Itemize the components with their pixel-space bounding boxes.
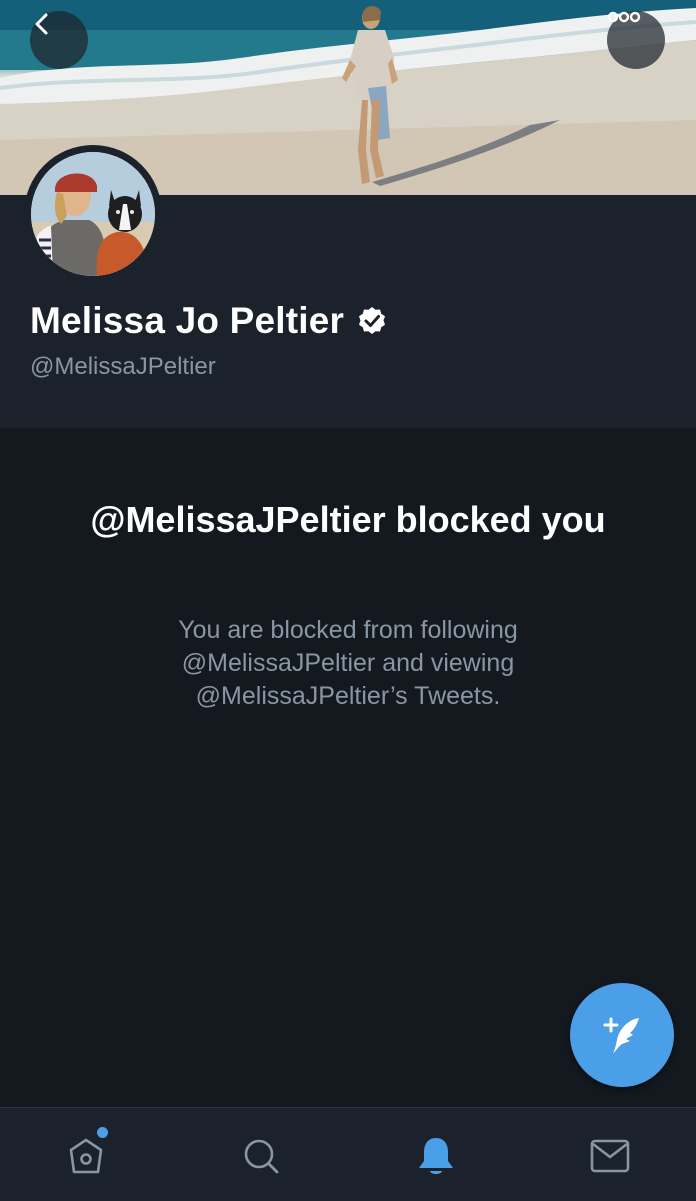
tab-notifications[interactable] xyxy=(412,1132,460,1180)
blocked-description: You are blocked from following @MelissaJ… xyxy=(178,616,518,710)
avatar-image xyxy=(31,152,155,276)
compose-tweet-button[interactable] xyxy=(570,983,674,1087)
avatar[interactable] xyxy=(24,145,162,283)
profile-handle: @MelissaJPeltier xyxy=(30,353,216,380)
more-options-button[interactable] xyxy=(607,11,665,69)
compose-tweet-icon xyxy=(603,1017,639,1054)
bell-icon xyxy=(419,1138,453,1174)
chevron-left-icon xyxy=(35,13,48,35)
display-name: Melissa Jo Peltier xyxy=(30,300,345,341)
home-unread-indicator xyxy=(97,1127,108,1138)
bottom-nav xyxy=(0,1107,696,1201)
tab-messages[interactable] xyxy=(586,1132,634,1180)
profile-name-row: Melissa Jo Peltier xyxy=(30,300,388,342)
back-button[interactable] xyxy=(30,11,88,69)
verified-badge-icon xyxy=(359,307,386,334)
tab-home[interactable] xyxy=(62,1132,110,1180)
home-icon xyxy=(69,1138,103,1174)
mail-icon xyxy=(590,1139,630,1173)
search-icon xyxy=(244,1139,279,1174)
blocked-title: @MelissaJPeltier blocked you xyxy=(90,499,606,540)
tab-search[interactable] xyxy=(237,1132,285,1180)
more-horizontal-icon xyxy=(607,11,641,23)
